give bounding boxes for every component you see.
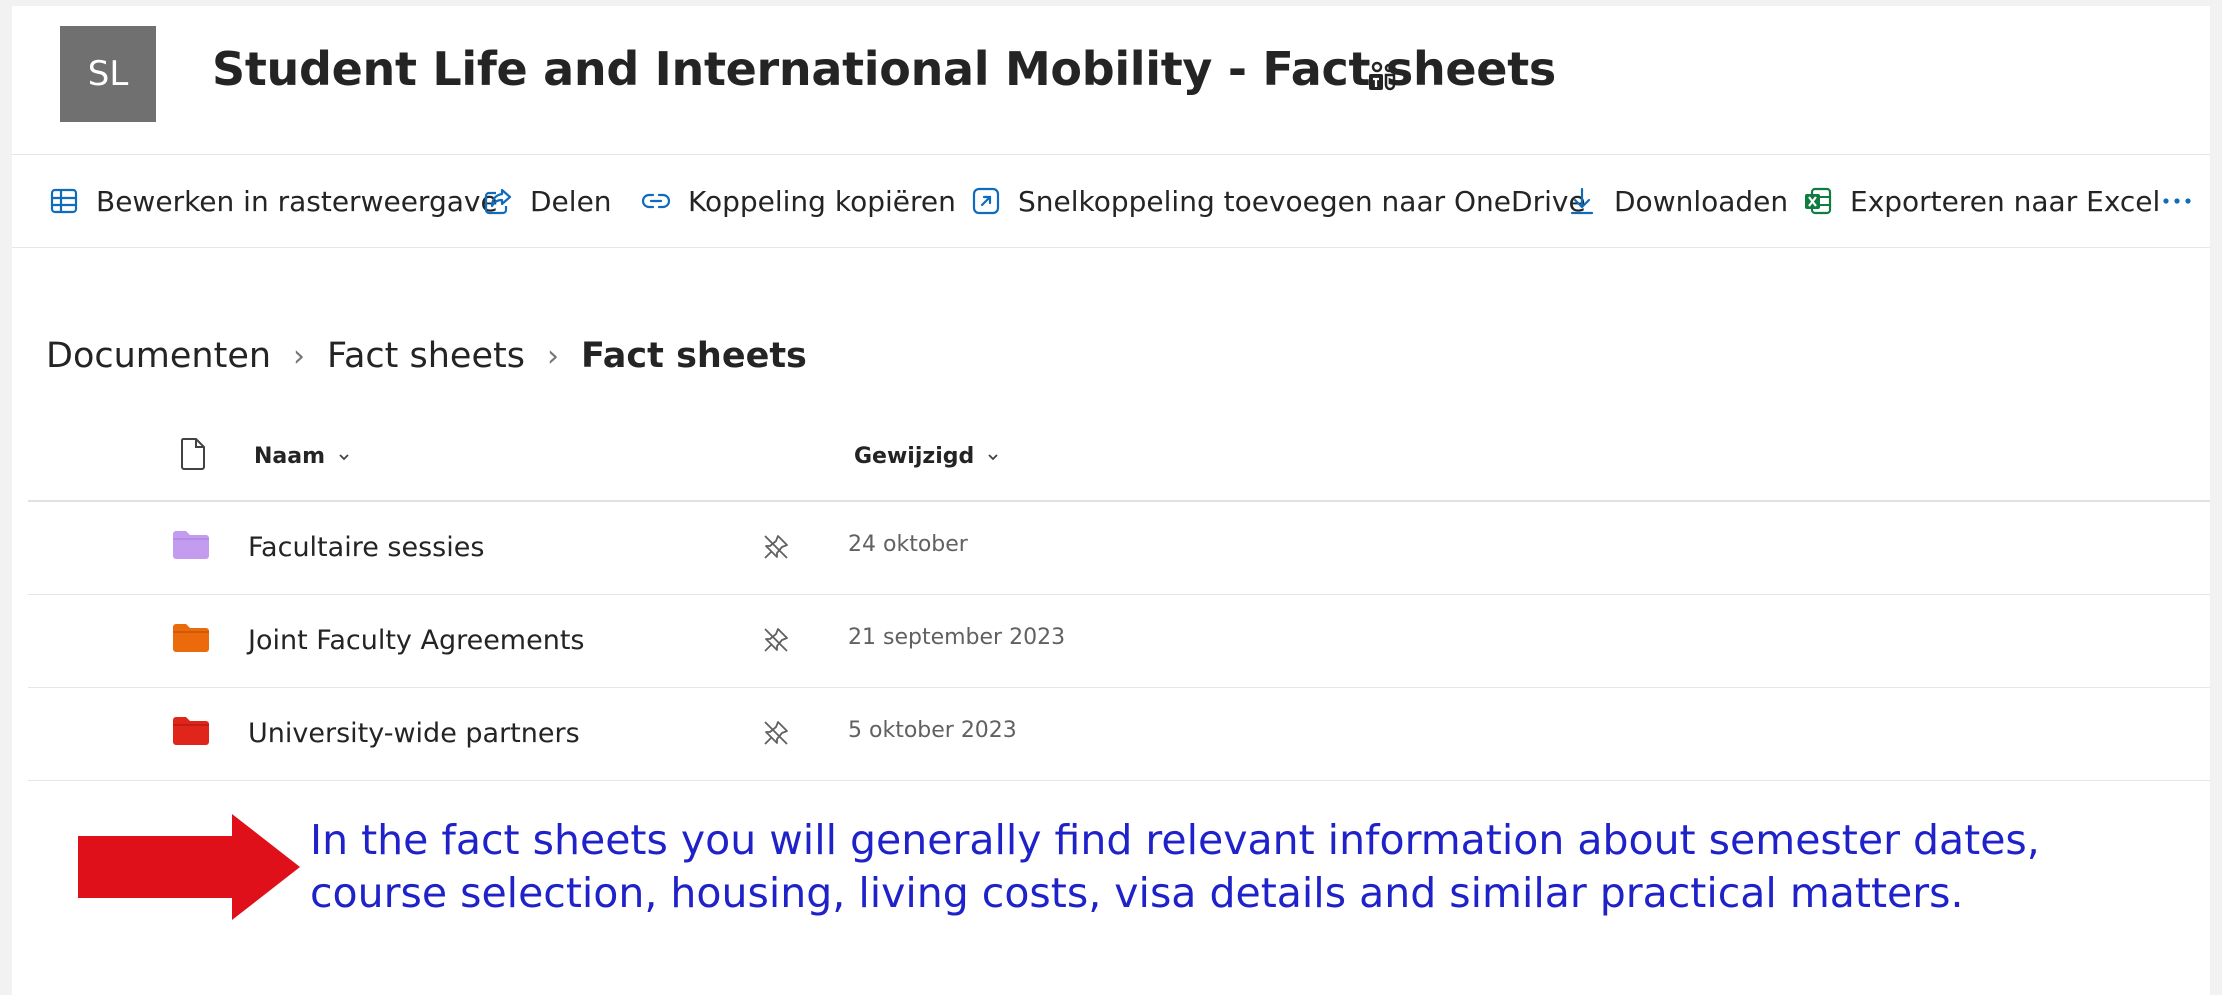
column-header-modified[interactable]: Gewijzigd <box>854 444 1000 469</box>
item-name[interactable]: University-wide partners <box>248 718 580 749</box>
column-name-label: Naam <box>254 444 326 469</box>
add-shortcut-onedrive-button[interactable]: Snelkoppeling toevoegen naar OneDrive <box>970 155 1586 247</box>
pin-icon[interactable] <box>761 625 791 655</box>
pin-icon[interactable] <box>761 718 791 748</box>
excel-icon <box>1805 187 1832 215</box>
command-bar: Bewerken in rasterweergave Delen Koppeli… <box>12 155 2210 248</box>
more-icon <box>2163 198 2191 204</box>
breadcrumb-item-documenten[interactable]: Documenten <box>46 336 271 376</box>
list-item[interactable]: Joint Faculty Agreements 21 september 20… <box>28 595 2210 688</box>
item-name[interactable]: Facultaire sessies <box>248 532 484 563</box>
column-modified-label: Gewijzigd <box>854 444 975 469</box>
copy-link-label: Koppeling kopiëren <box>688 184 956 218</box>
site-title[interactable]: Student Life and International Mobility … <box>212 42 1556 96</box>
folder-icon <box>173 624 209 652</box>
breadcrumb-item-fact-sheets[interactable]: Fact sheets <box>327 336 525 376</box>
more-button[interactable] <box>2162 155 2192 247</box>
download-icon <box>1570 187 1594 215</box>
chevron-down-icon <box>988 453 998 460</box>
share-label: Delen <box>530 184 612 218</box>
breadcrumb-separator: › <box>546 338 559 374</box>
export-excel-button[interactable]: Exporteren naar Excel <box>1802 155 2160 247</box>
link-icon <box>641 193 671 209</box>
item-modified: 24 oktober <box>848 532 968 557</box>
item-name[interactable]: Joint Faculty Agreements <box>248 625 585 656</box>
folder-icon <box>173 531 209 559</box>
shortcut-icon <box>972 187 1000 215</box>
folder-icon <box>173 717 209 745</box>
file-type-icon[interactable] <box>178 436 208 472</box>
teams-group-icon[interactable] <box>1365 60 1399 94</box>
download-label: Downloaden <box>1614 184 1789 218</box>
chevron-down-icon <box>339 453 349 460</box>
edit-grid-view-label: Bewerken in rasterweergave <box>96 184 498 218</box>
share-button[interactable]: Delen <box>482 155 612 247</box>
item-modified: 21 september 2023 <box>848 625 1066 650</box>
download-button[interactable]: Downloaden <box>1566 155 1788 247</box>
annotation-text: In the fact sheets you will generally fi… <box>310 816 2040 917</box>
red-arrow-icon <box>78 814 300 920</box>
item-modified: 5 oktober 2023 <box>848 718 1017 743</box>
list-item[interactable]: Facultaire sessies 24 oktober <box>28 502 2210 595</box>
breadcrumb-current: Fact sheets <box>580 336 807 376</box>
list-header: Naam Gewijzigd <box>28 418 2210 502</box>
site-header: SL Student Life and International Mobili… <box>12 6 2210 155</box>
list-item[interactable]: University-wide partners 5 oktober 2023 <box>28 688 2210 781</box>
copy-link-button[interactable]: Koppeling kopiëren <box>640 155 956 247</box>
export-excel-label: Exporteren naar Excel <box>1850 184 2161 218</box>
grid-table-icon <box>50 188 78 214</box>
share-icon <box>484 188 512 215</box>
column-header-name[interactable]: Naam <box>254 444 351 469</box>
page: SL Student Life and International Mobili… <box>12 6 2210 995</box>
breadcrumb: Documenten › Fact sheets › Fact sheets <box>46 336 807 376</box>
breadcrumb-separator: › <box>293 338 306 374</box>
site-avatar[interactable]: SL <box>60 26 156 122</box>
pin-icon[interactable] <box>761 532 791 562</box>
edit-grid-view-button[interactable]: Bewerken in rasterweergave <box>48 155 498 247</box>
add-shortcut-label: Snelkoppeling toevoegen naar OneDrive <box>1018 184 1586 218</box>
